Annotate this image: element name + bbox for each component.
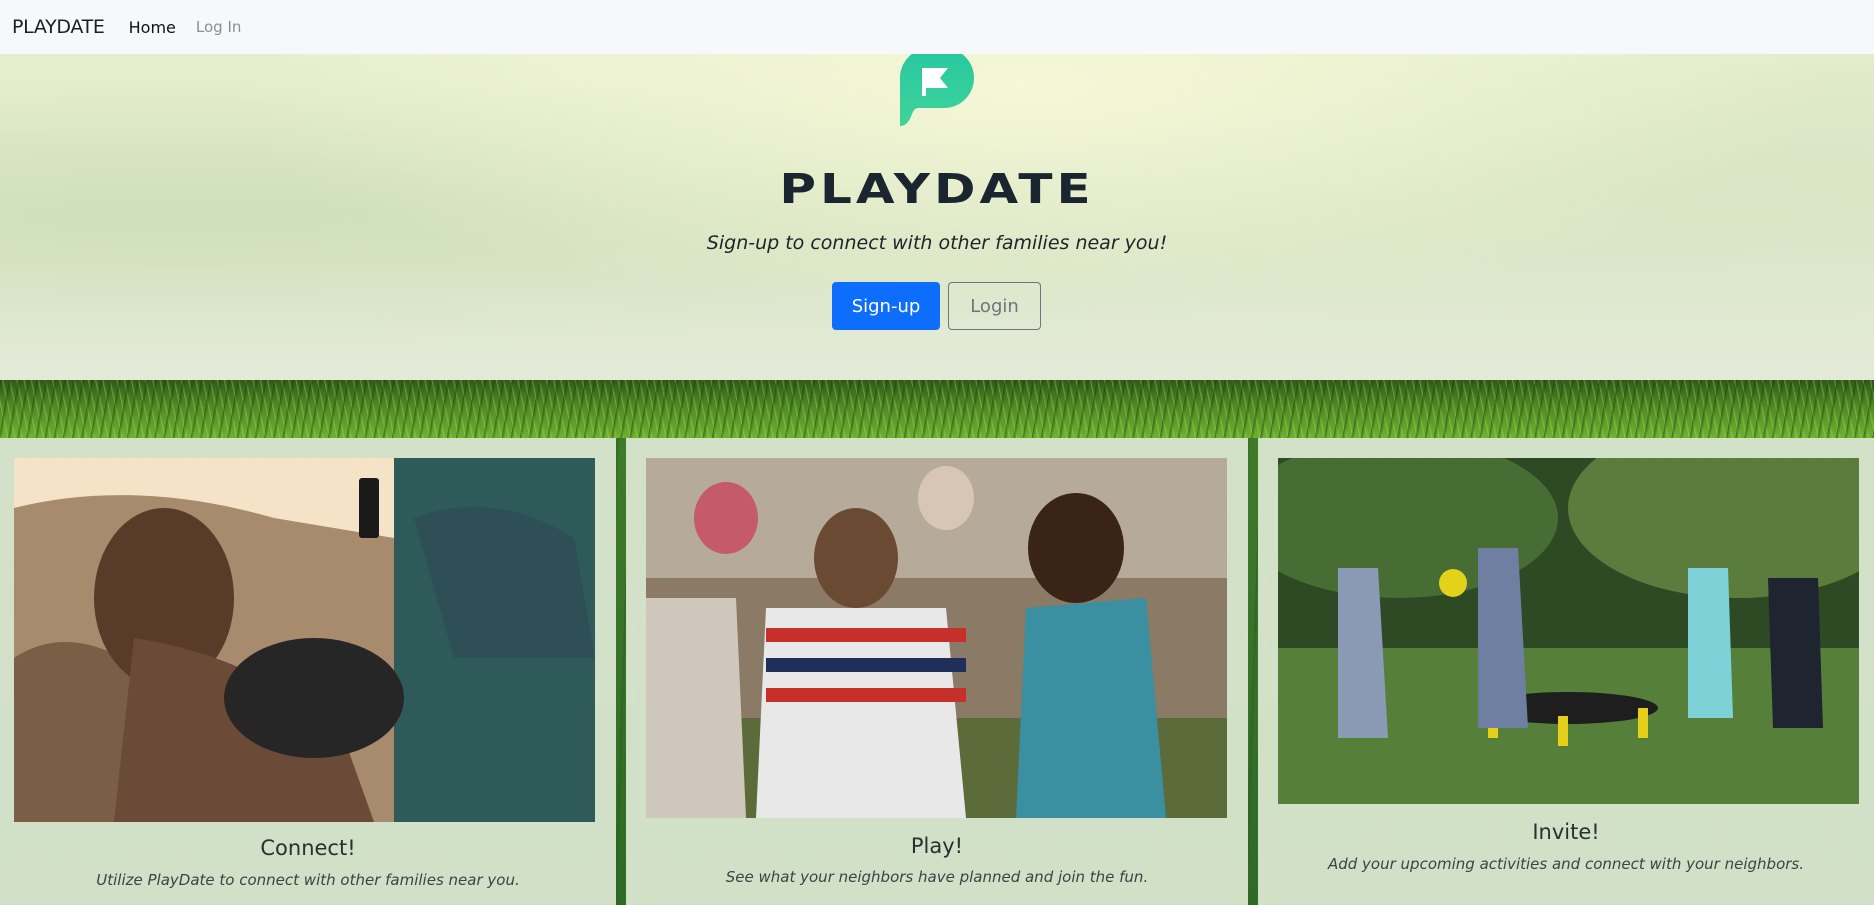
- kids-playing-spikeball-on-lawn-photo: [1278, 458, 1859, 804]
- hero-actions: Sign-up Login: [832, 282, 1041, 330]
- hero-tagline: Sign-up to connect with other families n…: [706, 232, 1168, 254]
- card-text: Utilize PlayDate to connect with other f…: [96, 871, 520, 889]
- signup-button[interactable]: Sign-up: [832, 282, 940, 330]
- card-title: Invite!: [1532, 820, 1600, 844]
- feature-card-play: Play! See what your neighbors have plann…: [626, 438, 1248, 905]
- hero-section: PLAYDATE Sign-up to connect with other f…: [0, 48, 1874, 380]
- playdate-wordmark: PLAYDATE: [779, 165, 1095, 213]
- top-navbar: PLAYDATE Home Log In: [0, 0, 1874, 54]
- children-holding-hands-laughing-photo: [646, 458, 1227, 818]
- feature-card-invite: Invite! Add your upcoming activities and…: [1258, 438, 1874, 905]
- playdate-flag-logo-icon: [900, 48, 974, 126]
- grass-banner: [0, 380, 1874, 438]
- card-text: See what your neighbors have planned and…: [725, 868, 1149, 886]
- navbar-brand[interactable]: PLAYDATE: [12, 16, 105, 38]
- nav-link-login[interactable]: Log In: [196, 18, 242, 36]
- card-text: Add your upcoming activities and connect…: [1327, 855, 1804, 873]
- card-title: Play!: [910, 834, 964, 858]
- card-title: Connect!: [260, 836, 356, 860]
- login-button[interactable]: Login: [948, 282, 1041, 330]
- man-on-couch-with-cat-and-phone-photo: [14, 458, 595, 822]
- nav-link-home[interactable]: Home: [129, 18, 176, 37]
- feature-card-connect: Connect! Utilize PlayDate to connect wit…: [0, 438, 616, 905]
